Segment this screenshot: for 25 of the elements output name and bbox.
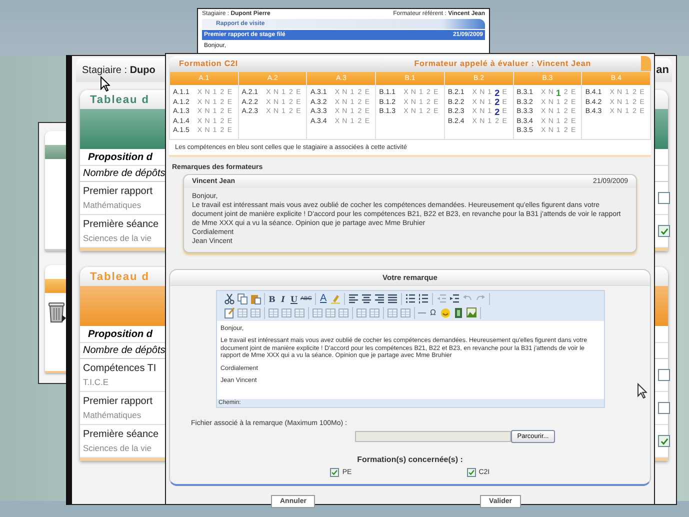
- item-subtitle: T.I.C.E: [83, 377, 110, 387]
- rating-option[interactable]: 1: [554, 88, 562, 98]
- item-subtitle: Sciences de la vie: [83, 233, 153, 243]
- section-title: Formation(s) concernée(s) :: [357, 454, 463, 464]
- header-text: an: [656, 64, 669, 76]
- rating-option[interactable]: 2: [493, 106, 501, 117]
- rating-option[interactable]: 2: [493, 97, 501, 108]
- item-subtitle: Mathématiques: [83, 200, 142, 210]
- italic-button[interactable]: I: [278, 292, 288, 304]
- item-title: Première séance: [83, 429, 159, 440]
- text-color-button[interactable]: A: [318, 292, 328, 304]
- item-subtitle: Sciences de la vie: [83, 443, 153, 453]
- rating-option[interactable]: 2: [493, 88, 501, 98]
- bold-button[interactable]: B: [268, 292, 276, 304]
- trainee-name: Stagiaire : Dupo: [82, 64, 156, 76]
- insert-character-button[interactable]: Ω: [428, 306, 438, 318]
- evaluator-name: Formateur appelé à évaluer : Vincent Jean: [414, 59, 591, 68]
- underline-button[interactable]: U: [290, 292, 298, 304]
- item-title: Premier rapport: [83, 396, 152, 407]
- formation-title: Formation C2I: [179, 59, 238, 68]
- item-title: Première séance: [83, 219, 159, 230]
- item-title: Compétences TI: [83, 363, 156, 374]
- item-subtitle: Mathématiques: [83, 410, 142, 420]
- item-title: Premier rapport: [83, 186, 152, 197]
- insert-character-button[interactable]: —: [418, 306, 426, 318]
